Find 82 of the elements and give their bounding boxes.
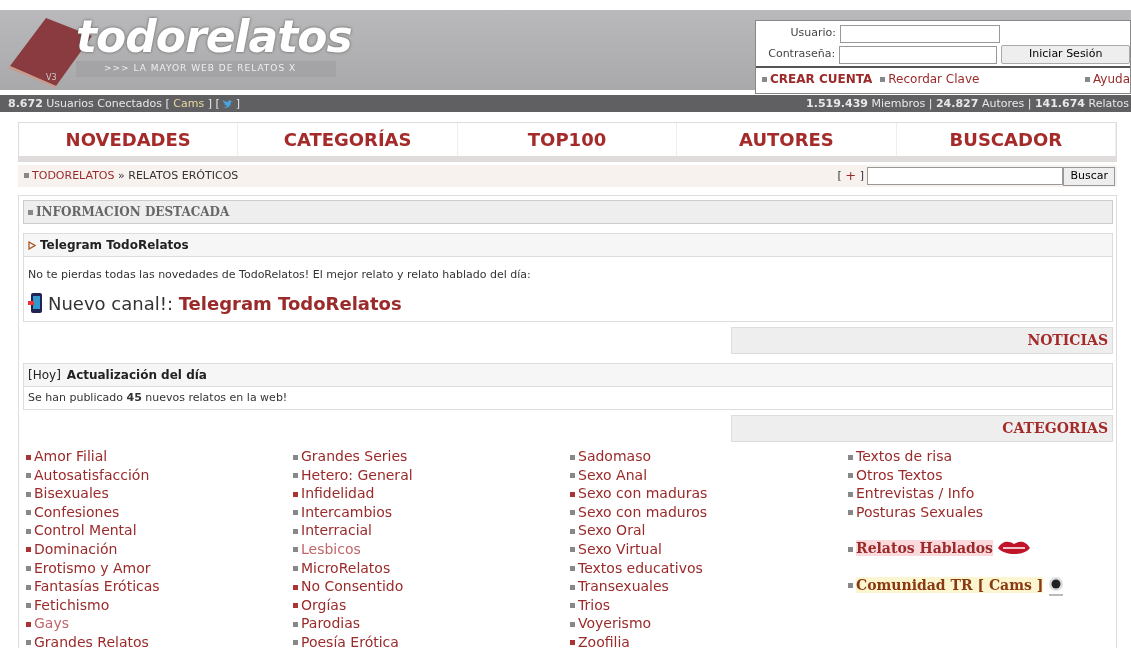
category-link[interactable]: No Consentido — [301, 578, 404, 595]
category-link[interactable]: Otros Textos — [856, 466, 943, 483]
category-link[interactable]: Hetero: General — [301, 466, 413, 483]
triangle-icon — [28, 241, 36, 250]
category-link[interactable]: Infidelidad — [301, 485, 375, 502]
bracket-text: ] [ — [206, 97, 220, 110]
webcam-icon — [1047, 575, 1066, 598]
username-field[interactable] — [840, 24, 1000, 43]
bullet-icon — [880, 77, 886, 82]
category-link[interactable]: Lesbicos — [301, 540, 361, 557]
category-link[interactable]: Confesiones — [34, 503, 120, 520]
category-link[interactable]: Control Mental — [34, 522, 137, 539]
account-link[interactable]: CREAR CUENTA — [770, 72, 873, 86]
site-stats-text: 1.519.439 Miembros | 24.827 Autores | 141.674 Relatos — [806, 96, 1129, 112]
password-field[interactable] — [839, 45, 998, 64]
category-link[interactable]: Posturas Sexuales — [856, 503, 984, 520]
category-link[interactable]: Trios — [578, 596, 610, 613]
category-link[interactable]: Poesía Erótica — [301, 633, 399, 648]
breadcrumb-current: RELATOS ERÓTICOS — [128, 168, 239, 182]
breadcrumb-separator: » — [117, 168, 126, 182]
category-link[interactable]: Gays — [34, 615, 69, 632]
category-link[interactable]: Textos educativos — [578, 559, 703, 576]
category-link[interactable]: Voyerismo — [578, 615, 652, 632]
bracket-text: ] — [235, 97, 241, 110]
date-tag: [Hoy] — [28, 367, 61, 382]
info-text: No te pierdas todas las novedades de TodoRelatos! El mejor relato y relato hablado del día: — [28, 267, 532, 283]
category-link[interactable]: MicroRelatos — [301, 559, 391, 576]
version-label: V3 — [46, 72, 57, 84]
category-link[interactable]: Entrevistas / Info — [856, 485, 975, 502]
bracket-text: [ — [837, 167, 843, 184]
section-heading: NOTICIAS — [731, 326, 1113, 354]
online-users-text: 8.672 Usuarios Conectados — [8, 97, 164, 110]
category-link[interactable]: Bisexuales — [34, 485, 109, 502]
search-field[interactable] — [867, 167, 1064, 185]
category-link[interactable]: Interracial — [301, 522, 372, 539]
category-link[interactable]: Parodias — [301, 615, 361, 632]
account-link[interactable]: Recordar Clave — [888, 72, 980, 86]
bird-icon[interactable] — [222, 99, 233, 109]
category-link[interactable]: Dominación — [34, 540, 118, 557]
category-link[interactable]: Transexuales — [578, 578, 669, 595]
plus-link[interactable]: + — [845, 166, 857, 186]
item-title: Telegram TodoRelatos — [40, 238, 189, 252]
bullet-icon — [762, 77, 767, 82]
category-link[interactable]: Textos de risa — [856, 448, 953, 464]
category-link[interactable]: Sexo Anal — [578, 466, 648, 483]
bracket-text: [ — [165, 97, 171, 110]
section-heading: CATEGORIAS — [731, 415, 1113, 442]
category-link[interactable]: Erotismo y Amor — [34, 559, 151, 576]
category-link[interactable]: Fetichismo — [34, 596, 110, 613]
news-title: Actualización del día — [66, 367, 207, 382]
category-link[interactable]: Autosatisfacción — [34, 466, 150, 483]
phone-icon — [28, 293, 42, 313]
bullet-icon — [1084, 77, 1090, 82]
category-link[interactable]: Intercambios — [301, 503, 393, 520]
account-link[interactable]: Ayuda — [1092, 72, 1130, 86]
breadcrumb-link[interactable]: TODORELATOS — [32, 168, 115, 182]
category-link[interactable]: Sexo con maduros — [578, 503, 707, 520]
bracket-text: ] — [858, 167, 865, 184]
category-link[interactable]: Grandes Relatos — [34, 633, 149, 648]
category-link[interactable]: Sexo con maduras — [578, 485, 708, 502]
bullet-icon — [24, 173, 29, 179]
channel-label: Nuevo canal!: — [48, 291, 174, 316]
tagline: >>> LA MAYOR WEB DE RELATOS X — [76, 61, 337, 77]
news-text: Se han publicado 45 nuevos relatos en la web! — [27, 389, 289, 406]
category-link[interactable]: Relatos Hablados — [856, 540, 993, 557]
category-link[interactable]: Grandes Series — [301, 448, 408, 464]
bullet-icon — [28, 210, 33, 215]
category-link[interactable]: Sexo Virtual — [578, 540, 662, 557]
cams-link[interactable]: Cams — [173, 97, 205, 110]
search-button[interactable]: Buscar — [1063, 166, 1115, 186]
login-button[interactable]: Iniciar Sesión — [1001, 45, 1130, 64]
category-link[interactable]: Sexo Oral — [578, 522, 646, 539]
category-link[interactable]: Sadomaso — [578, 448, 651, 464]
field-label: Usuario: — [789, 25, 836, 42]
field-label: Contraseña: — [767, 46, 836, 63]
category-link[interactable]: Amor Filial — [34, 448, 108, 464]
section-heading: INFORMACION DESTACADA — [36, 205, 230, 219]
category-link[interactable]: Zoofilia — [578, 633, 630, 648]
category-link[interactable]: Orgías — [301, 596, 347, 613]
telegram-link[interactable]: Telegram TodoRelatos — [178, 289, 402, 317]
category-link[interactable]: Comunidad TR [ Cams ] — [856, 576, 1044, 593]
category-link[interactable]: Fantasías Eróticas — [34, 578, 160, 595]
